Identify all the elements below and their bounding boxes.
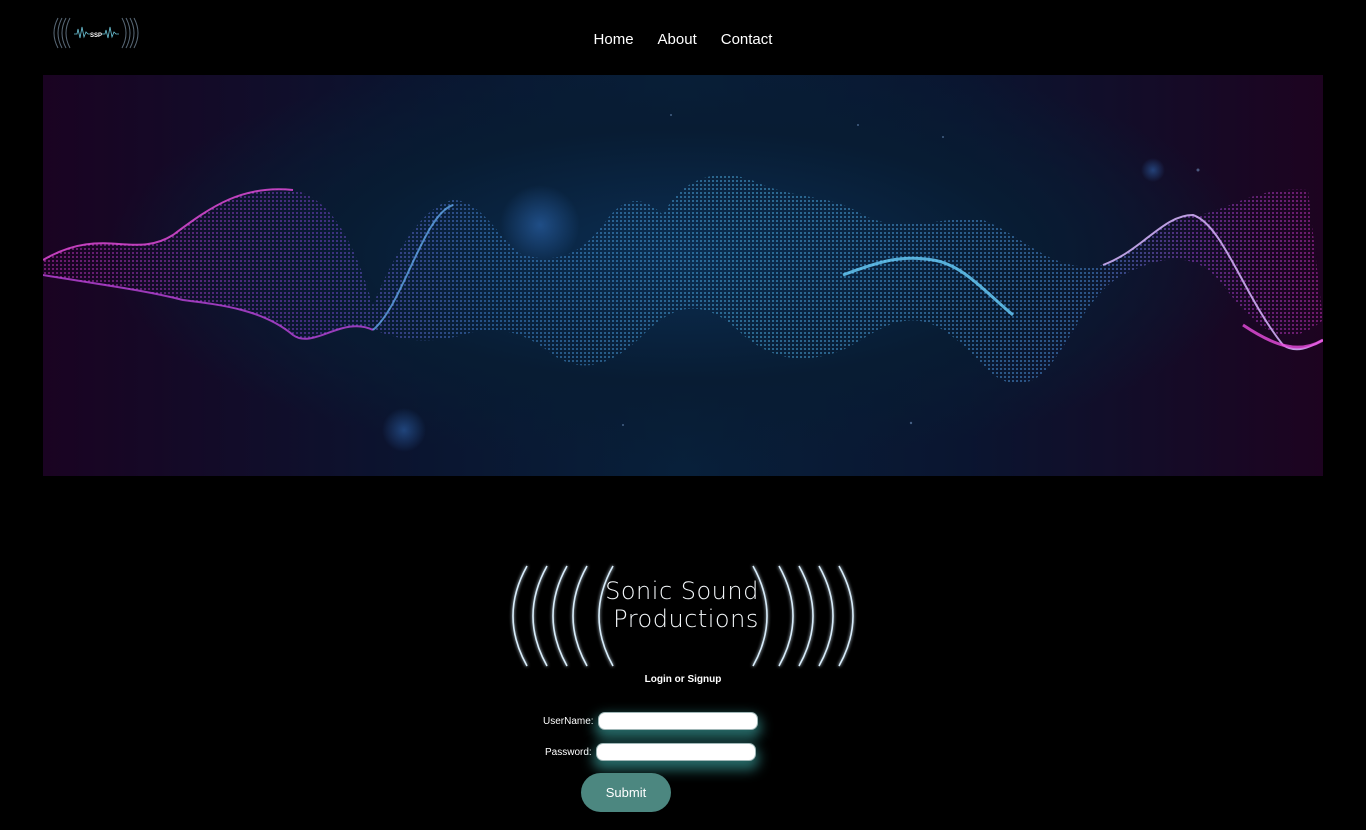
hero-banner: [43, 75, 1323, 476]
sound-wave-image: [43, 114, 1323, 452]
username-row: UserName:: [543, 712, 758, 730]
brand-title: Sonic Sound Productions: [596, 577, 768, 633]
brand-title-line2: Productions: [613, 605, 759, 633]
password-label: Password:: [545, 746, 592, 758]
page: SSP Home About Contact Sonic Sound Produ…: [0, 0, 1366, 830]
nav-home-link[interactable]: Home: [594, 31, 634, 49]
username-label: UserName:: [543, 715, 594, 727]
brand-title-line1: Sonic Sound: [605, 577, 759, 605]
nav-about-link[interactable]: About: [658, 31, 697, 49]
password-row: Password:: [545, 743, 756, 761]
password-input[interactable]: [595, 743, 756, 761]
nav-contact-link[interactable]: Contact: [721, 31, 773, 49]
submit-button[interactable]: Submit: [581, 773, 671, 812]
auth-heading: Login or Signup: [644, 674, 722, 685]
main-nav: Home About Contact: [0, 31, 1366, 49]
username-input[interactable]: [597, 712, 758, 730]
